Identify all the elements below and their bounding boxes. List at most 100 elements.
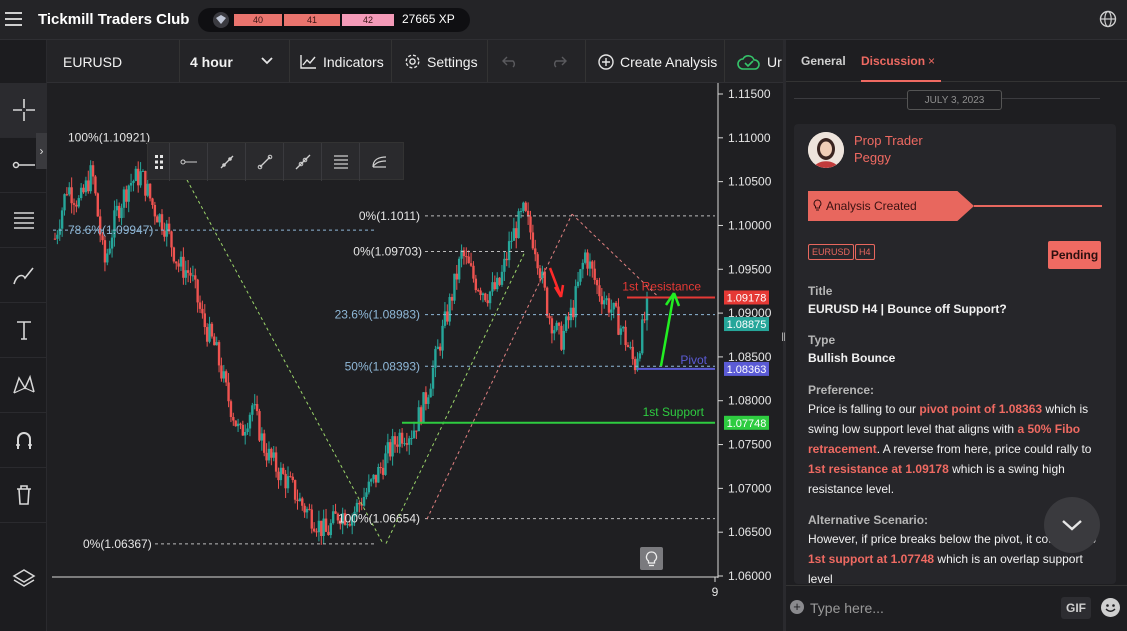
candle-body	[115, 205, 119, 211]
ray-tool[interactable]	[170, 143, 208, 181]
segment-tool[interactable]	[208, 143, 246, 181]
extended-line-tool[interactable]	[284, 143, 322, 181]
candle-body	[239, 423, 242, 425]
emoji-icon[interactable]	[1101, 598, 1120, 617]
add-attachment-icon[interactable]: +	[790, 600, 804, 614]
candle-body	[72, 203, 76, 205]
horizontal-ray-tool[interactable]	[0, 138, 47, 193]
timeframe-dropdown[interactable]: 4 hour	[180, 40, 290, 82]
fib-left-100-label: 100%(1.10921)	[68, 131, 150, 145]
resistance-highlight: 1st resistance at 1.09178	[808, 462, 949, 476]
candle-body	[301, 498, 304, 506]
status-badge[interactable]: Pending	[1048, 241, 1101, 269]
candle-body	[286, 476, 290, 489]
candle-body	[479, 290, 482, 296]
magnet-tool[interactable]	[0, 413, 47, 468]
fib-fan-tool[interactable]	[360, 143, 398, 181]
candle-body	[538, 268, 542, 279]
layers-tool[interactable]	[0, 550, 47, 605]
candle-body	[293, 480, 297, 500]
author-name[interactable]: Peggy	[854, 149, 923, 166]
brush-tool[interactable]	[0, 248, 47, 303]
menu-icon[interactable]	[5, 12, 22, 26]
undo-button[interactable]	[488, 40, 538, 82]
candle-body	[289, 476, 292, 478]
level-badge-icon[interactable]	[212, 11, 230, 29]
author-role: Prop Trader	[854, 133, 923, 148]
candle-body	[58, 228, 61, 235]
candle-body	[146, 183, 149, 196]
candle-body	[574, 286, 577, 318]
author-info: Prop Trader Peggy	[854, 132, 923, 166]
message-input[interactable]: Type here...	[810, 600, 884, 616]
scroll-down-button[interactable]	[1044, 497, 1100, 553]
candle-body	[498, 277, 501, 285]
indicators-button[interactable]: Indicators	[290, 40, 392, 82]
create-analysis-button[interactable]: Create Analysis	[586, 40, 725, 82]
trash-tool[interactable]	[0, 468, 47, 523]
fib-right-0-label: 0%(1.1011)	[359, 209, 420, 223]
timeframe-tag: H4	[855, 244, 875, 260]
candle-body	[329, 523, 332, 536]
line-tool[interactable]	[246, 143, 284, 181]
crosshair-tool[interactable]	[0, 83, 47, 138]
candle-body	[446, 311, 449, 322]
candle-body	[391, 436, 394, 457]
candle-body	[137, 168, 140, 186]
candle-body	[408, 438, 411, 445]
chart-line-icon	[300, 55, 316, 69]
lightbulb-button[interactable]	[640, 547, 663, 570]
candle-body	[548, 315, 551, 319]
fib-right-50-label: 50%(1.08393)	[345, 359, 420, 373]
candle-body	[631, 346, 634, 360]
candle-body	[448, 297, 451, 322]
fib-retracement-icon	[333, 155, 348, 169]
trash-icon	[16, 485, 31, 505]
y-tick-label: 1.09500	[728, 262, 772, 276]
candle-body	[196, 279, 199, 303]
redo-button[interactable]	[538, 40, 586, 82]
ray-icon	[180, 159, 197, 165]
candle-body	[431, 367, 435, 389]
candle-body	[310, 509, 313, 529]
candle-body	[215, 342, 218, 346]
text-tool[interactable]	[0, 303, 47, 358]
candle-body	[117, 205, 121, 219]
avatar[interactable]	[808, 132, 844, 168]
drag-handle[interactable]	[148, 143, 170, 181]
tab-discussion[interactable]: Discussion	[861, 54, 925, 68]
candle-body	[517, 211, 520, 239]
candle-body	[576, 281, 580, 287]
chevron-down-icon	[1062, 520, 1082, 531]
close-tab-icon[interactable]: ×	[928, 54, 935, 68]
candle-body	[89, 165, 92, 192]
candle-body	[567, 316, 570, 321]
candle-body	[472, 265, 475, 279]
tab-general[interactable]: General	[801, 54, 846, 68]
candle-body	[457, 258, 461, 280]
globe-icon[interactable]	[1099, 10, 1117, 28]
type-value: Bullish Bounce	[808, 351, 896, 365]
y-tick-label: 1.08500	[728, 350, 772, 364]
candle-body	[217, 342, 221, 366]
pattern-tool[interactable]	[0, 358, 47, 413]
candle-body	[282, 467, 285, 474]
candle-body	[374, 474, 378, 483]
candle-body	[610, 309, 613, 313]
gear-icon	[405, 54, 420, 69]
update-button[interactable]: Ur	[725, 40, 783, 82]
candle-body	[415, 430, 418, 432]
fib-lines-tool[interactable]	[0, 193, 47, 248]
settings-button[interactable]: Settings	[392, 40, 488, 82]
candle-body	[493, 282, 497, 290]
candle-body	[591, 261, 594, 269]
candle-body	[291, 476, 294, 481]
symbol-selector[interactable]: EURUSD	[47, 40, 180, 82]
y-tick-label: 1.08000	[728, 394, 772, 408]
candle-body	[588, 261, 592, 269]
candle-body	[545, 287, 549, 316]
floating-draw-toolbar	[147, 142, 404, 181]
gif-button[interactable]: GIF	[1061, 597, 1091, 619]
update-label: Ur	[767, 53, 782, 70]
fib-retracement-tool[interactable]	[322, 143, 360, 181]
